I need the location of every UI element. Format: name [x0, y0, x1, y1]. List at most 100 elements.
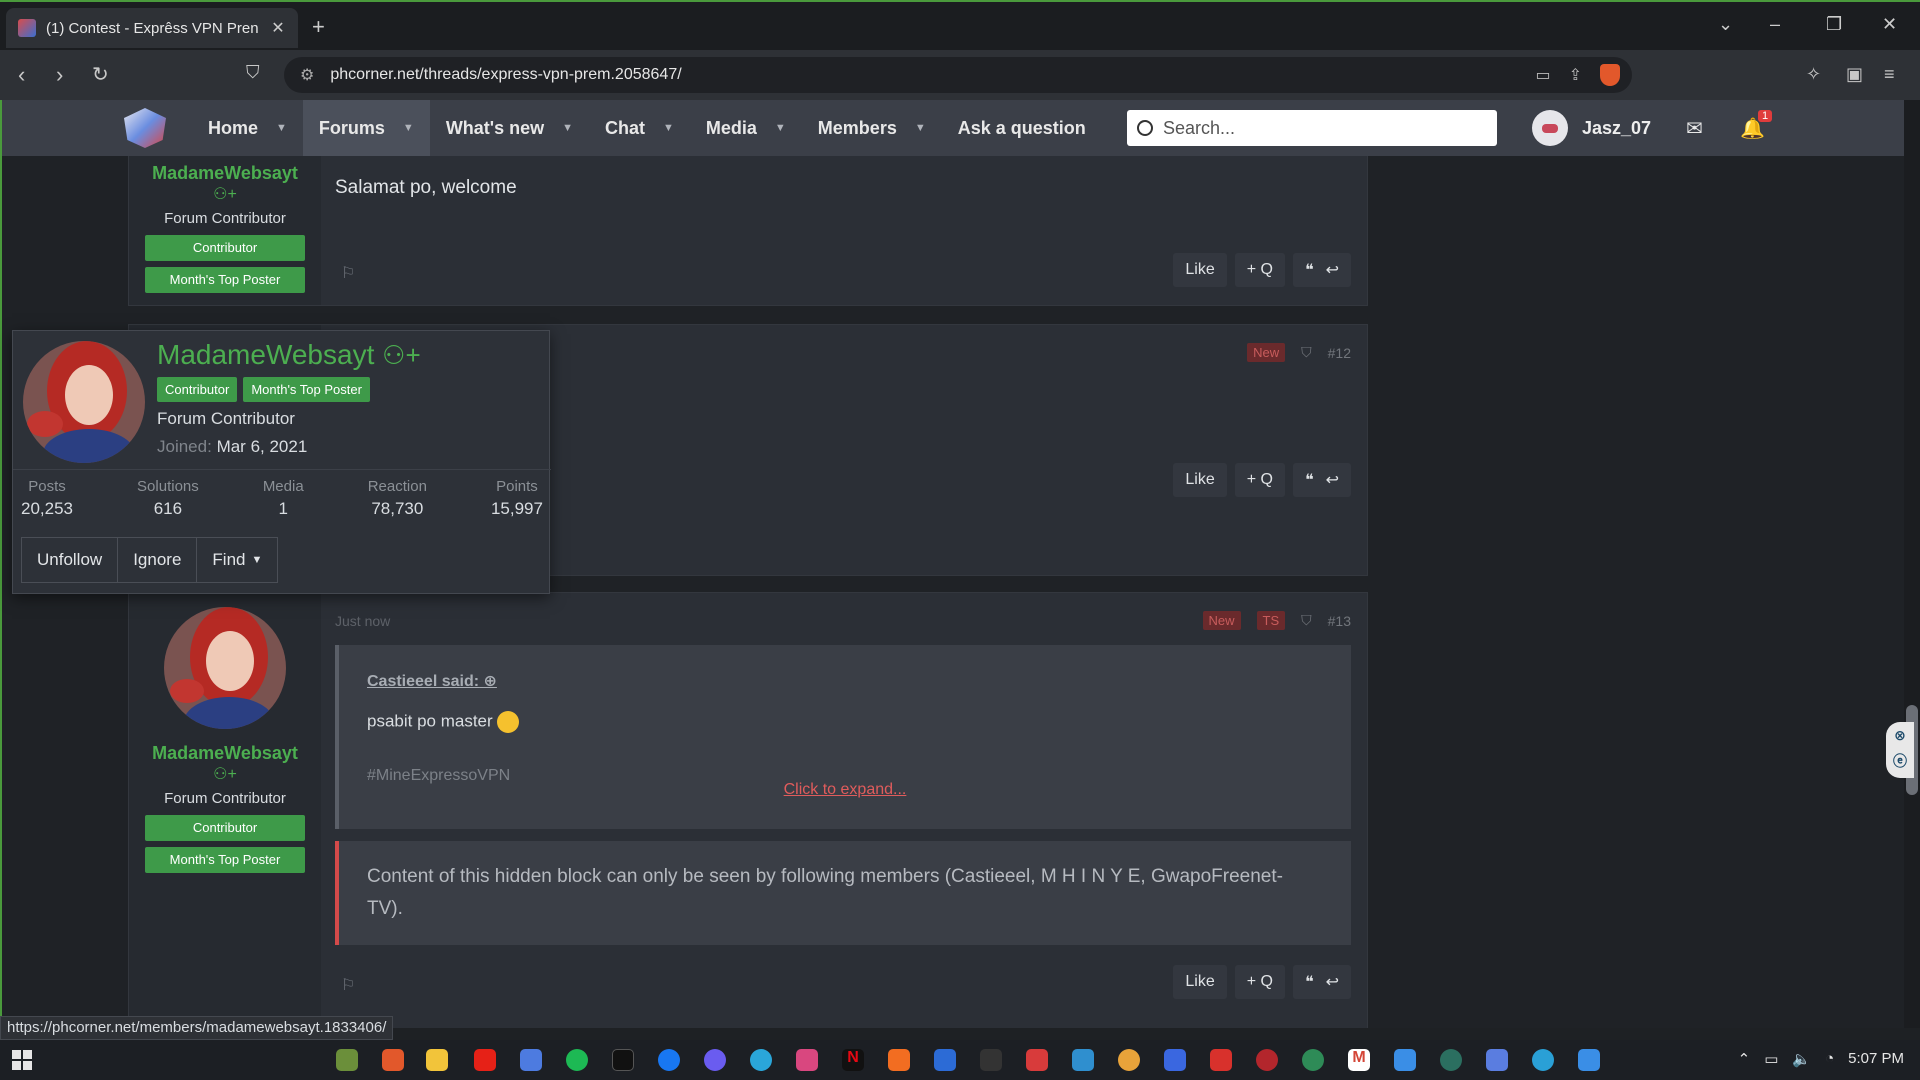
- app-icon[interactable]: [1256, 1049, 1278, 1071]
- clock[interactable]: 5:07 PM: [1848, 1050, 1904, 1068]
- app-icon[interactable]: [888, 1049, 910, 1071]
- netflix-icon[interactable]: N: [842, 1049, 864, 1071]
- app-icon[interactable]: [1440, 1049, 1462, 1071]
- nav-home[interactable]: Home ▼: [192, 100, 303, 156]
- canva-icon[interactable]: [750, 1049, 772, 1071]
- url-bar[interactable]: ⚙ phcorner.net/threads/express-vpn-prem.…: [284, 57, 1632, 93]
- app-icon[interactable]: [1118, 1049, 1140, 1071]
- vpn-icon[interactable]: [1210, 1049, 1232, 1071]
- like-button[interactable]: Like: [1173, 463, 1227, 497]
- quote-reply-button[interactable]: ❝ ↩: [1292, 965, 1351, 999]
- post-time[interactable]: Just now: [335, 613, 390, 629]
- multiquote-button[interactable]: + Q: [1234, 965, 1285, 999]
- member-name[interactable]: MadameWebsayt ⚇+: [157, 339, 421, 371]
- bookmark-post-icon[interactable]: ⛉: [1301, 612, 1312, 629]
- like-button[interactable]: Like: [1173, 253, 1227, 287]
- avatar[interactable]: [23, 341, 145, 463]
- ignore-button[interactable]: Ignore: [117, 537, 198, 583]
- bookmark-post-icon[interactable]: ⛉: [1301, 344, 1312, 361]
- find-dropdown[interactable]: Find ▼: [196, 537, 279, 583]
- wallet-icon[interactable]: ▣: [1846, 64, 1863, 85]
- app-icon[interactable]: [1164, 1049, 1186, 1071]
- user-menu[interactable]: Jasz_07: [1532, 100, 1651, 156]
- report-flag-icon[interactable]: ⚐: [341, 975, 355, 995]
- brave-icon[interactable]: [382, 1049, 404, 1071]
- report-flag-icon[interactable]: ⚐: [341, 263, 355, 283]
- tiktok-icon[interactable]: [612, 1049, 634, 1071]
- youtube-icon[interactable]: [474, 1049, 496, 1071]
- stat-points[interactable]: Points 15,997: [491, 470, 543, 523]
- chevron-up-icon[interactable]: ⌃: [1738, 1050, 1751, 1068]
- app-icon[interactable]: [1026, 1049, 1048, 1071]
- click-to-expand-link[interactable]: Click to expand...: [339, 781, 1351, 799]
- app-icon[interactable]: [980, 1049, 1002, 1071]
- post-author[interactable]: MadameWebsayt: [129, 163, 321, 184]
- side-widget[interactable]: ⊗ ⓔ: [1886, 722, 1914, 778]
- app-icon[interactable]: [1578, 1049, 1600, 1071]
- browser-tab[interactable]: (1) Contest - Exprêss VPN Pren ✕: [6, 8, 298, 48]
- facebook-icon[interactable]: [658, 1049, 680, 1071]
- brave-shield-icon[interactable]: [1600, 64, 1620, 86]
- follow-user-icon[interactable]: ⚇+: [129, 184, 321, 204]
- nav-chat[interactable]: Chat ▼: [589, 100, 690, 156]
- nav-ask-question[interactable]: Ask a question: [942, 100, 1102, 156]
- site-logo[interactable]: [124, 108, 166, 148]
- close-window-icon[interactable]: ✕: [1882, 14, 1897, 35]
- new-tab-button[interactable]: +: [312, 14, 325, 40]
- forward-icon[interactable]: ›: [56, 62, 63, 88]
- stat-reaction[interactable]: Reaction 78,730: [368, 470, 427, 523]
- quote-author-link[interactable]: Castieeel said: ⊕: [367, 671, 497, 691]
- battery-icon[interactable]: ▭: [1764, 1050, 1778, 1068]
- reload-icon[interactable]: ↻: [92, 62, 109, 87]
- nav-media[interactable]: Media ▼: [690, 100, 802, 156]
- multiquote-button[interactable]: + Q: [1234, 463, 1285, 497]
- app-icon[interactable]: [1394, 1049, 1416, 1071]
- avatar[interactable]: [164, 607, 286, 729]
- extensions-icon[interactable]: ✧: [1806, 64, 1821, 85]
- post-author[interactable]: MadameWebsayt: [129, 743, 321, 764]
- windows-start-icon[interactable]: [12, 1050, 32, 1070]
- tab-search-chevron-icon[interactable]: ⌄: [1718, 14, 1733, 35]
- nav-members[interactable]: Members ▼: [802, 100, 942, 156]
- app-icon[interactable]: [796, 1049, 818, 1071]
- app-icon[interactable]: [336, 1049, 358, 1071]
- nav-whats-new[interactable]: What's new ▼: [430, 100, 589, 156]
- multiquote-button[interactable]: + Q: [1234, 253, 1285, 287]
- quote-reply-button[interactable]: ❝ ↩: [1292, 253, 1351, 287]
- app-icon[interactable]: [1302, 1049, 1324, 1071]
- menu-icon[interactable]: ≡: [1884, 64, 1895, 85]
- site-info-icon[interactable]: ⚙: [300, 65, 314, 85]
- nav-forums[interactable]: Forums ▼: [302, 100, 430, 156]
- inbox-icon[interactable]: ✉: [1686, 116, 1703, 141]
- quote-reply-button[interactable]: ❝ ↩: [1292, 463, 1351, 497]
- like-button[interactable]: Like: [1173, 965, 1227, 999]
- spotify-icon[interactable]: [566, 1049, 588, 1071]
- store-icon[interactable]: [1486, 1049, 1508, 1071]
- messenger-icon[interactable]: [704, 1049, 726, 1071]
- page-scrollbar[interactable]: [1904, 100, 1920, 1028]
- bookmark-icon[interactable]: ⛉: [246, 62, 260, 83]
- stat-solutions[interactable]: Solutions 616: [137, 470, 199, 523]
- volume-icon[interactable]: 🔈: [1792, 1050, 1811, 1068]
- search-input[interactable]: Search...: [1127, 110, 1497, 146]
- stat-media[interactable]: Media 1: [263, 470, 304, 523]
- follow-user-icon[interactable]: ⚇+: [129, 764, 321, 784]
- gmail-icon[interactable]: M: [1348, 1049, 1370, 1071]
- cast-icon[interactable]: ▭: [1535, 65, 1550, 85]
- stat-posts[interactable]: Posts 20,253: [21, 470, 73, 523]
- quote-icon: ❝: [1304, 974, 1314, 991]
- minimize-icon[interactable]: –: [1770, 14, 1780, 35]
- tab-close-icon[interactable]: ✕: [270, 18, 286, 38]
- post-number[interactable]: #13: [1328, 613, 1351, 629]
- copilot-icon[interactable]: [520, 1049, 542, 1071]
- post-number[interactable]: #12: [1328, 345, 1351, 361]
- calculator-icon[interactable]: [934, 1049, 956, 1071]
- wifi-icon[interactable]: ◔: [1825, 1050, 1834, 1068]
- unfollow-button[interactable]: Unfollow: [21, 537, 119, 583]
- app-icon[interactable]: [1072, 1049, 1094, 1071]
- edge-icon[interactable]: [1532, 1049, 1554, 1071]
- restore-icon[interactable]: ❐: [1826, 14, 1842, 35]
- back-icon[interactable]: ‹: [18, 62, 25, 88]
- share-icon[interactable]: ⇪: [1569, 65, 1582, 85]
- file-explorer-icon[interactable]: [426, 1049, 448, 1071]
